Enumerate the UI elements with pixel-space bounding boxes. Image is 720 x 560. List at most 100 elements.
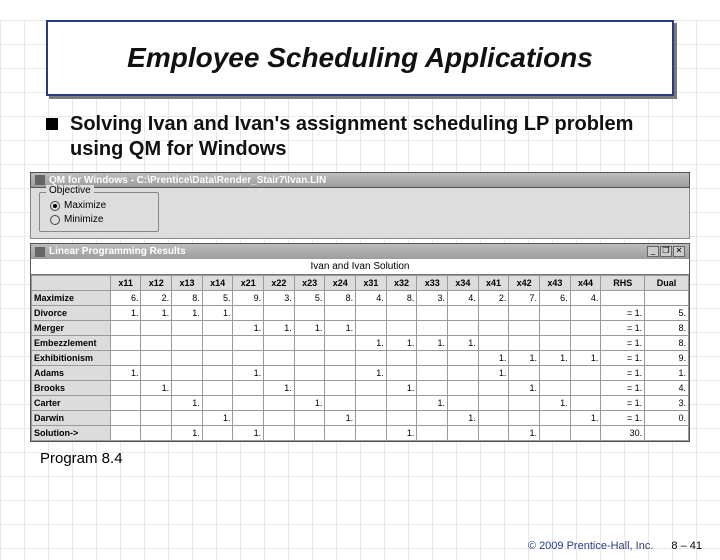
row-header: Carter	[32, 396, 111, 411]
cell: 1.	[233, 366, 264, 381]
cell: 6.	[110, 291, 141, 306]
cell	[141, 426, 172, 441]
title-box: Employee Scheduling Applications	[46, 20, 674, 96]
cell: 3.	[645, 396, 689, 411]
cell	[417, 321, 448, 336]
cell	[202, 381, 233, 396]
cell	[294, 366, 325, 381]
restore-button[interactable]: ❐	[660, 246, 672, 257]
cell	[202, 426, 233, 441]
cell	[478, 321, 509, 336]
cell: = 1.	[601, 351, 645, 366]
cell	[386, 306, 417, 321]
close-button[interactable]: ✕	[673, 246, 685, 257]
cell: 1.	[233, 321, 264, 336]
cell	[294, 306, 325, 321]
cell	[325, 366, 356, 381]
cell	[386, 321, 417, 336]
cell	[448, 426, 479, 441]
cell: 1.	[448, 411, 479, 426]
table-row: Exhibitionism1.1.1.1.= 1.9.	[32, 351, 689, 366]
cell: 1.	[172, 306, 203, 321]
cell	[417, 306, 448, 321]
cell: 0.	[645, 411, 689, 426]
cell	[294, 336, 325, 351]
cell	[417, 366, 448, 381]
cell	[233, 411, 264, 426]
cell	[141, 336, 172, 351]
cell: 5.	[202, 291, 233, 306]
results-title: Linear Programming Results	[49, 246, 186, 257]
cell	[570, 426, 601, 441]
cell: 1.	[417, 336, 448, 351]
cell	[645, 291, 689, 306]
cell: 8.	[172, 291, 203, 306]
cell	[325, 381, 356, 396]
cell	[264, 366, 295, 381]
cell	[478, 396, 509, 411]
cell	[110, 411, 141, 426]
cell	[294, 426, 325, 441]
radio-minimize[interactable]: Minimize	[50, 213, 148, 227]
table-row: Adams1.1.1.1.= 1.1.	[32, 366, 689, 381]
bullet-text: Solving Ivan and Ivan's assignment sched…	[70, 112, 674, 162]
cell	[570, 306, 601, 321]
cell: 1.	[540, 396, 571, 411]
row-header: Brooks	[32, 381, 111, 396]
col-header: x22	[264, 276, 295, 291]
row-header: Divorce	[32, 306, 111, 321]
cell: 4.	[645, 381, 689, 396]
cell	[509, 396, 540, 411]
cell	[448, 321, 479, 336]
cell: 8.	[386, 291, 417, 306]
cell	[233, 306, 264, 321]
cell: 1.	[509, 381, 540, 396]
results-subwindow: Linear Programming Results _ ❐ ✕ Ivan an…	[30, 243, 690, 442]
cell: 6.	[540, 291, 571, 306]
cell	[540, 306, 571, 321]
cell	[386, 411, 417, 426]
cell: 9.	[233, 291, 264, 306]
cell	[540, 426, 571, 441]
cell: 8.	[645, 321, 689, 336]
app-titlebar: QM for Windows - C:\Prentice\Data\Render…	[30, 172, 690, 188]
cell	[570, 321, 601, 336]
minimize-button[interactable]: _	[647, 246, 659, 257]
figure-caption: Program 8.4	[40, 450, 680, 467]
radio-maximize[interactable]: Maximize	[50, 199, 148, 213]
cell: 1.	[141, 306, 172, 321]
app-window-title: QM for Windows - C:\Prentice\Data\Render…	[49, 175, 326, 186]
cell	[601, 291, 645, 306]
cell: 1.	[264, 321, 295, 336]
table-row: Brooks1.1.1.1.= 1.4.	[32, 381, 689, 396]
cell	[141, 396, 172, 411]
cell	[356, 351, 387, 366]
slide-footer: © 2009 Prentice-Hall, Inc. 8 – 41	[528, 540, 702, 552]
cell	[141, 351, 172, 366]
objective-fieldset: Objective Maximize Minimize	[39, 192, 159, 232]
cell	[325, 306, 356, 321]
col-header: x14	[202, 276, 233, 291]
cell	[386, 396, 417, 411]
cell: = 1.	[601, 396, 645, 411]
cell: 1.	[110, 306, 141, 321]
cell: = 1.	[601, 321, 645, 336]
cell	[540, 411, 571, 426]
col-header: x11	[110, 276, 141, 291]
cell: 1.	[172, 426, 203, 441]
cell: 1.	[448, 336, 479, 351]
cell	[540, 336, 571, 351]
cell	[540, 366, 571, 381]
cell	[417, 381, 448, 396]
cell	[325, 426, 356, 441]
col-header: x21	[233, 276, 264, 291]
table-row: Solution->1.1.1.1.30.	[32, 426, 689, 441]
row-header: Darwin	[32, 411, 111, 426]
cell: 1.	[509, 351, 540, 366]
cell: 3.	[417, 291, 448, 306]
cell	[141, 321, 172, 336]
cell: 1.	[325, 321, 356, 336]
cell	[509, 306, 540, 321]
cell: 1.	[386, 336, 417, 351]
bullet-row: Solving Ivan and Ivan's assignment sched…	[46, 112, 674, 162]
